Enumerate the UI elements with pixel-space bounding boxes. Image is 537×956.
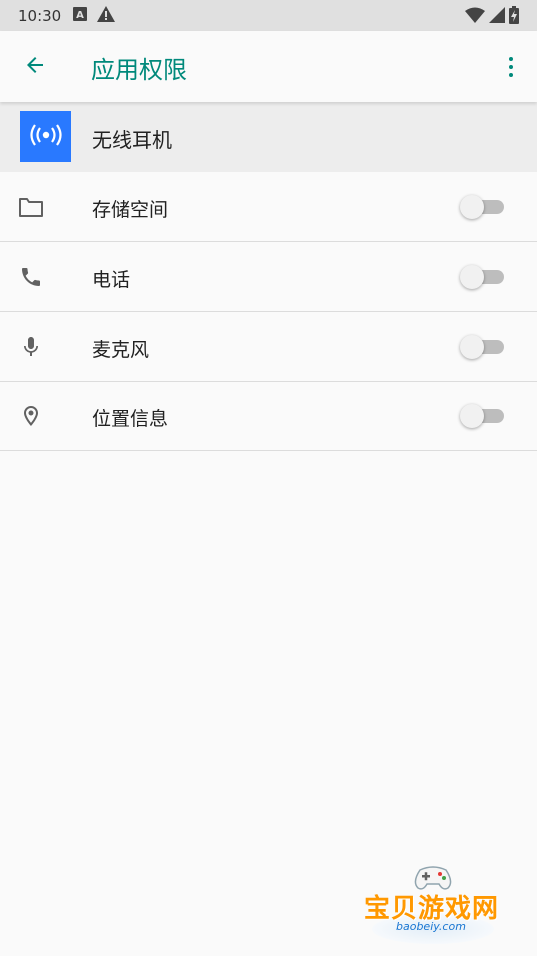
switch-thumb — [460, 404, 484, 428]
location-toggle[interactable] — [460, 404, 506, 428]
permission-label: 位置信息 — [92, 408, 169, 430]
status-bar: 10:30 A — [0, 0, 537, 31]
location-icon — [18, 403, 44, 429]
more-vert-icon-dot — [509, 65, 513, 69]
broadcast-icon — [29, 123, 63, 150]
a-box-icon: A — [73, 6, 88, 25]
switch-thumb — [460, 265, 484, 289]
permission-label: 存储空间 — [92, 199, 169, 221]
signal-icon — [489, 7, 505, 27]
watermark-url: baobeiy.com — [396, 920, 466, 933]
microphone-icon — [18, 334, 44, 360]
microphone-toggle[interactable] — [460, 335, 506, 359]
more-vert-icon-dot — [509, 57, 513, 61]
page-title: 应用权限 — [91, 56, 187, 84]
switch-thumb — [460, 195, 484, 219]
overflow-menu-button[interactable] — [499, 50, 523, 84]
warning-icon — [97, 5, 116, 26]
back-button[interactable] — [16, 48, 54, 86]
status-time: 10:30 — [18, 6, 62, 25]
app-header: 无线耳机 — [0, 102, 537, 172]
app-icon — [20, 111, 71, 162]
permission-label: 电话 — [92, 269, 131, 291]
watermark-logo: 宝贝游戏网 baobeiy.com — [358, 862, 508, 952]
status-right-icons — [465, 6, 519, 28]
permission-row-phone[interactable]: 电话 — [0, 242, 537, 312]
phone-toggle[interactable] — [460, 265, 506, 289]
permission-row-microphone[interactable]: 麦克风 — [0, 312, 537, 382]
phone-icon — [18, 264, 44, 290]
more-vert-icon-dot — [509, 73, 513, 77]
arrow-back-icon — [23, 53, 47, 81]
permission-label: 麦克风 — [92, 339, 150, 361]
app-name: 无线耳机 — [92, 128, 172, 152]
permission-row-location[interactable]: 位置信息 — [0, 381, 537, 451]
switch-thumb — [460, 335, 484, 359]
app-bar: 应用权限 — [0, 31, 537, 102]
storage-toggle[interactable] — [460, 195, 506, 219]
battery-charging-icon — [509, 6, 519, 28]
folder-icon — [18, 194, 44, 220]
status-left-icons: A — [73, 5, 116, 26]
wifi-icon — [465, 7, 485, 27]
permission-row-storage[interactable]: 存储空间 — [0, 172, 537, 242]
svg-text:A: A — [76, 10, 84, 21]
